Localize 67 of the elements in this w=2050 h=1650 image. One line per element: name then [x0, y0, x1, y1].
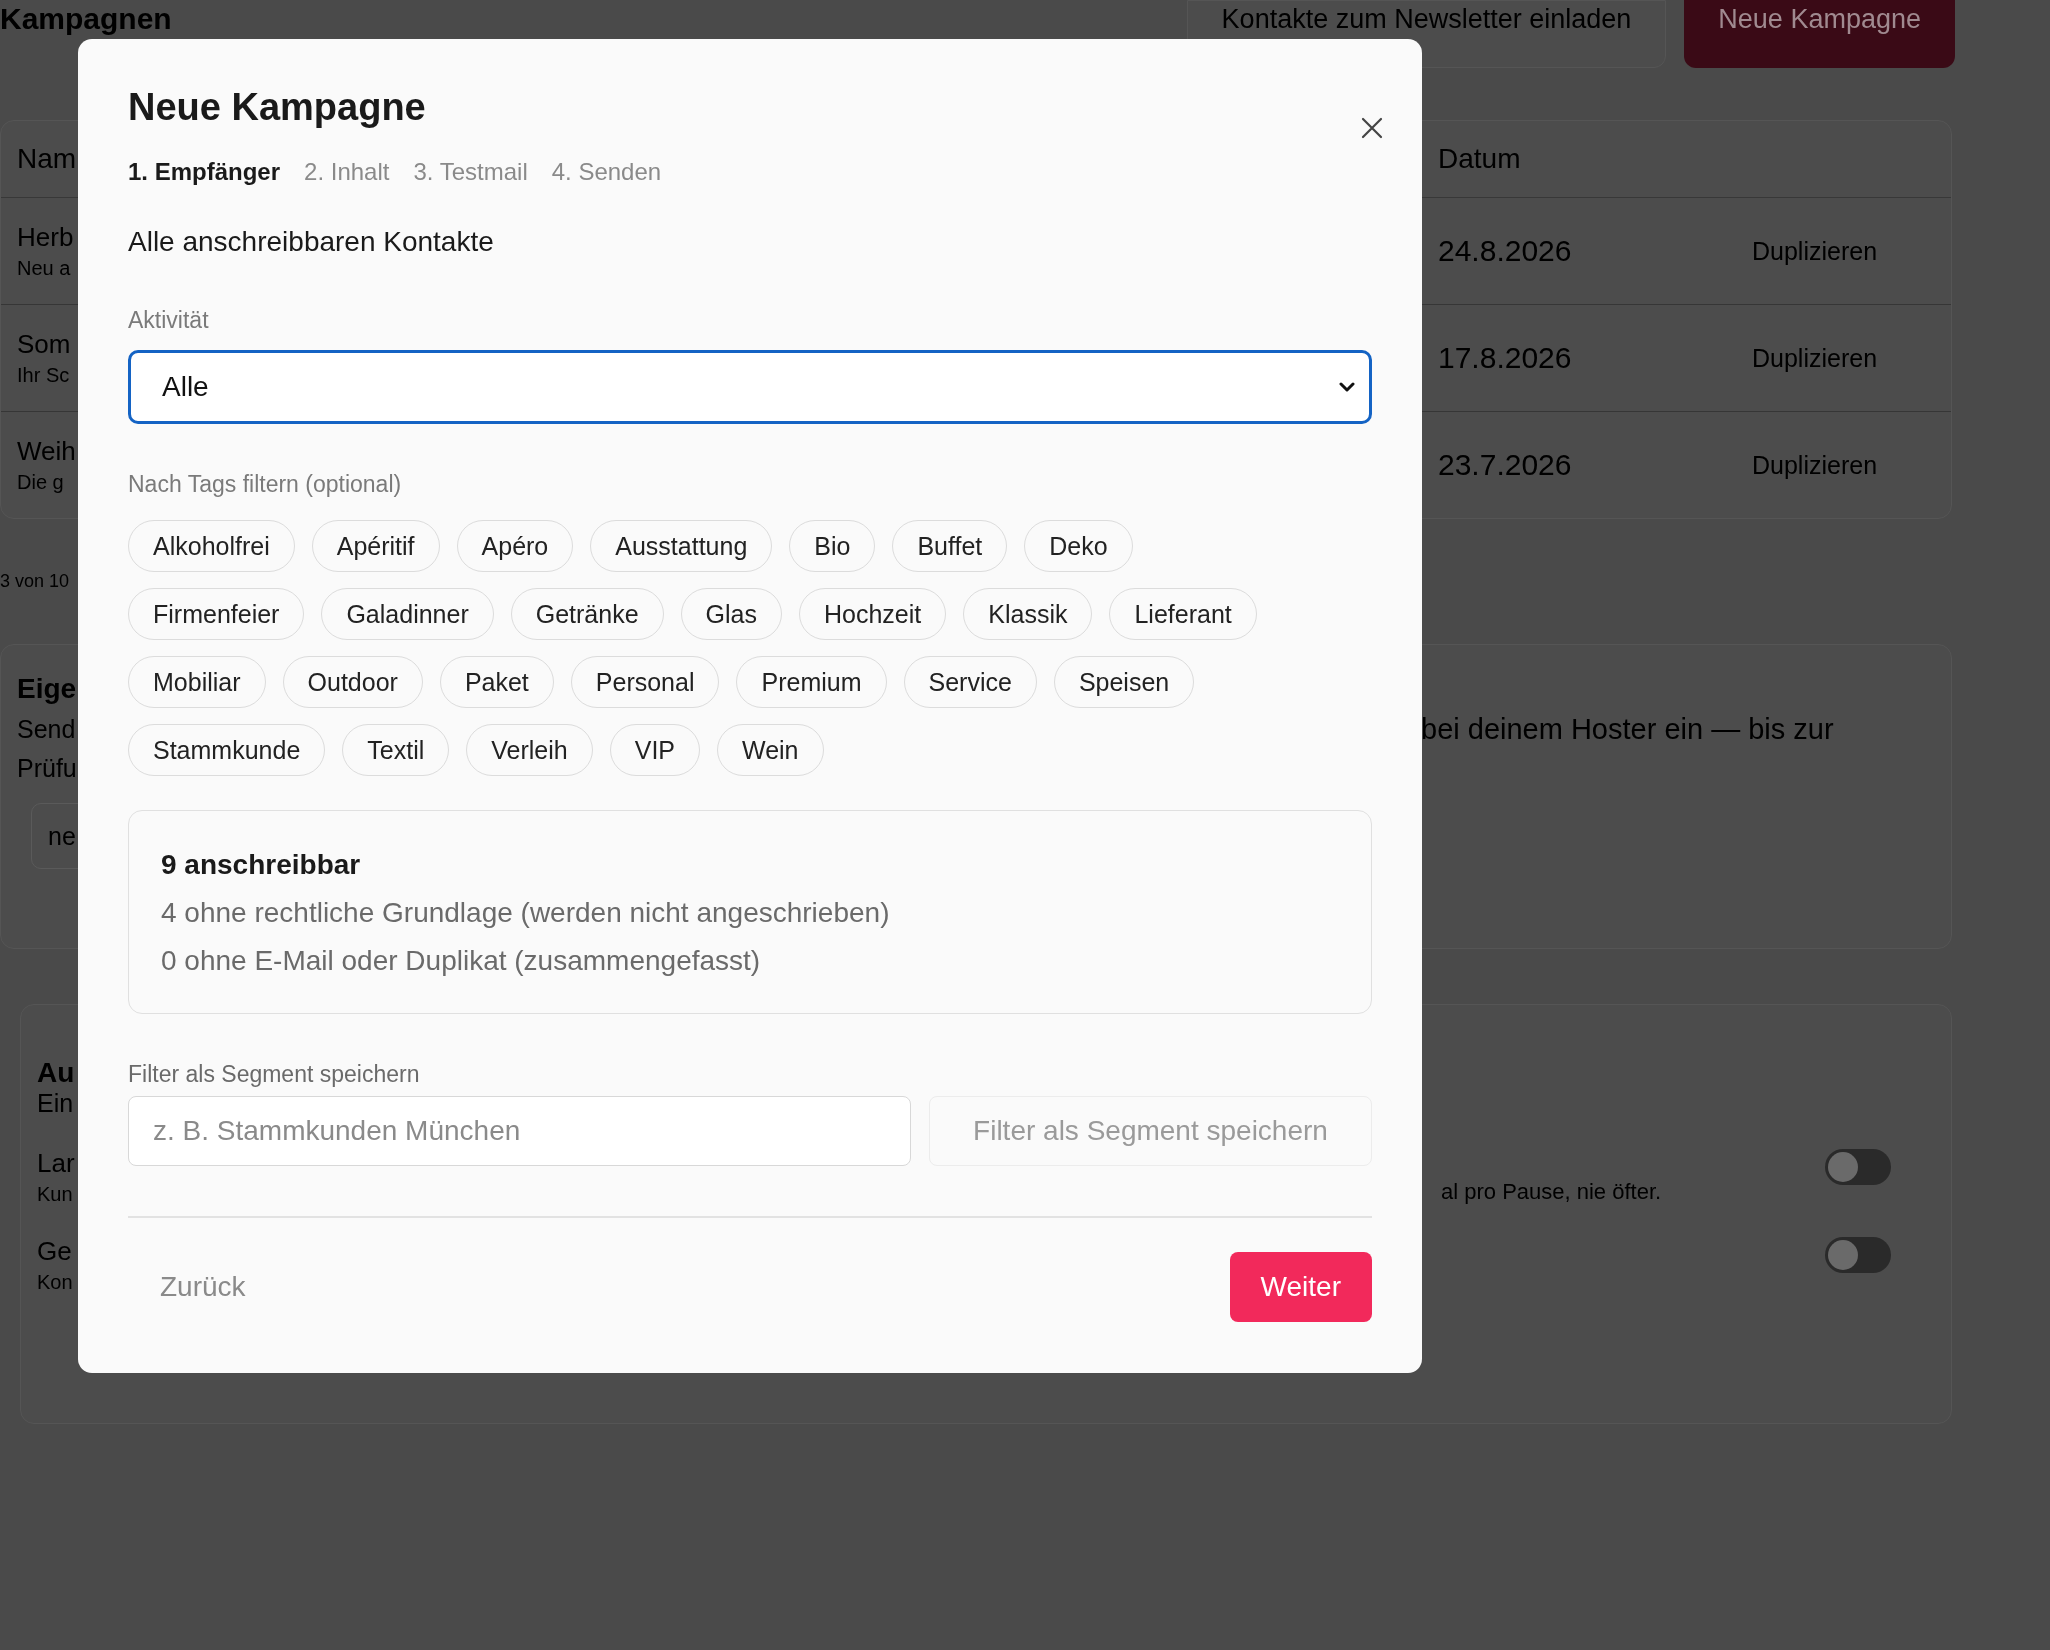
next-button[interactable]: Weiter [1229, 1251, 1372, 1322]
tag-chip[interactable]: Klassik [963, 588, 1093, 640]
field-label: Filter als Segment speichern [128, 1060, 421, 1088]
tag-chip[interactable]: Verleih [466, 724, 593, 776]
step-tab[interactable]: 1. Empfänger [128, 157, 281, 187]
tag-chip[interactable]: Glas [680, 588, 782, 640]
close-icon[interactable] [1361, 117, 1383, 139]
page-title: Kampagnen [0, 2, 172, 36]
tag-chip[interactable]: Apéro [456, 520, 574, 572]
setting-description: Kon [37, 1271, 74, 1294]
tag-chip[interactable]: Speisen [1053, 656, 1195, 708]
date-cell-text: 23.7.2026 [1437, 448, 1573, 482]
field-label: Nach Tags filtern (optional) [128, 470, 403, 498]
campaign-subtitle: Ihr Sc [17, 364, 71, 387]
tag-chip[interactable]: Personal [570, 656, 720, 708]
summary-text: 4 ohne rechtliche Grundlage (werden nicht angeschrieben) [161, 896, 891, 930]
section-title: Au [36, 1057, 76, 1089]
tag-chip[interactable]: Textil [342, 724, 450, 776]
tag-chip[interactable]: Galadinner [321, 588, 494, 640]
tag-chip[interactable]: Mobiliar [128, 656, 266, 708]
campaign-name: Som [17, 329, 72, 360]
campaign-subtitle: Die g [17, 471, 65, 494]
tag-chip[interactable]: Wein [717, 724, 824, 776]
setting-label: Lar [37, 1148, 76, 1179]
tag-chip[interactable]: Firmenfeier [128, 588, 305, 640]
toggle-switch[interactable] [1825, 1149, 1891, 1185]
setting-description: Kun [37, 1183, 74, 1206]
section-text: bei deinem Hoster ein — bis zur [1421, 713, 1835, 746]
campaign-subtitle: Neu a [17, 257, 72, 280]
summary-headline: 9 anschreibbar [161, 848, 362, 882]
section-text: Send [16, 715, 77, 744]
tag-chip[interactable]: Premium [736, 656, 887, 708]
column-header: Nam [16, 143, 78, 175]
tag-chip[interactable]: Getränke [510, 588, 664, 640]
tag-chip[interactable]: Lieferant [1109, 588, 1257, 640]
tag-chip[interactable]: Outdoor [282, 656, 423, 708]
activity-dropdown[interactable]: Alle [128, 350, 1372, 424]
pagination-text: 3 von 10 [0, 571, 71, 592]
section-text: Prüfu [16, 754, 78, 783]
tag-chip[interactable]: Hochzeit [799, 588, 947, 640]
action-button[interactable]: Neue Kampagne [1684, 0, 1955, 68]
section-text: Ein [36, 1089, 75, 1118]
setting-description: al pro Pause, nie öfter. [1441, 1179, 1662, 1205]
date-cell-text: 17.8.2026 [1437, 341, 1573, 375]
date-cell-text: 24.8.2026 [1437, 234, 1573, 268]
field-label: Aktivität [128, 306, 210, 334]
tag-chip[interactable]: Alkoholfrei [128, 520, 295, 572]
tag-chip[interactable]: Apéritif [311, 520, 440, 572]
tag-chip[interactable]: Service [903, 656, 1037, 708]
tag-chip[interactable]: Stammkunde [128, 724, 326, 776]
tag-chip[interactable]: Paket [439, 656, 554, 708]
tag-chip[interactable]: Buffet [892, 520, 1008, 572]
chevron-icon [1339, 382, 1355, 392]
segment-name-field[interactable]: z. B. Stammkunden München [128, 1096, 911, 1166]
tag-chip[interactable]: Ausstattung [590, 520, 773, 572]
column-header: Datum [1437, 143, 1522, 175]
setting-label: Ge [37, 1236, 73, 1267]
section-title: Eige [16, 673, 78, 705]
tag-chip[interactable]: VIP [609, 724, 700, 776]
toggle-switch[interactable] [1825, 1237, 1891, 1273]
tag-chip[interactable]: Bio [789, 520, 876, 572]
summary-text: 0 ohne E-Mail oder Duplikat (zusammengefasst) [161, 944, 762, 978]
dialog-title: Neue Kampagne [128, 85, 427, 130]
campaign-name: Herb [17, 222, 75, 253]
section-heading: Alle anschreibbaren Kontakte [128, 225, 495, 259]
campaign-name: Weih [17, 436, 77, 467]
tag-chip[interactable]: Deko [1024, 520, 1133, 572]
